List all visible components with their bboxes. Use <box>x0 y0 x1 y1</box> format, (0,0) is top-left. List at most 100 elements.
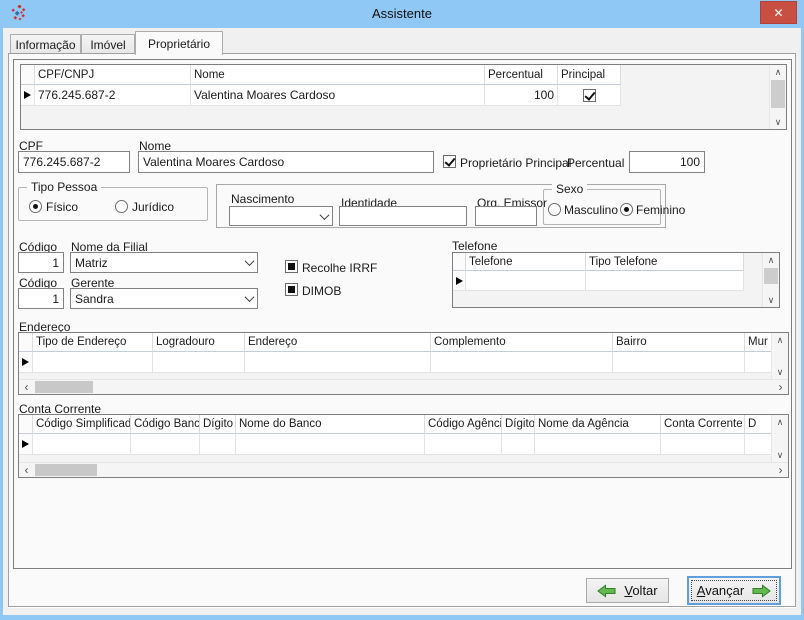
endereco-grid[interactable]: Tipo de Endereço Logradouro Endereço Com… <box>18 332 789 395</box>
owners-grid-vscrollbar[interactable]: ∧ ∨ <box>769 65 786 129</box>
dimob-checkbox[interactable] <box>285 283 298 296</box>
col-header-tipo-telefone[interactable]: Tipo Telefone <box>586 253 744 271</box>
col-header-codigo-banco[interactable]: Código Banco <box>131 415 200 434</box>
cell-digito3[interactable] <box>745 434 771 455</box>
col-header-nome-banco[interactable]: Nome do Banco <box>236 415 425 434</box>
feminino-label[interactable]: Feminino <box>636 203 685 217</box>
nascimento-combobox[interactable] <box>229 206 333 226</box>
scrollbar-thumb[interactable] <box>35 464 97 476</box>
percentual-field[interactable]: 100 <box>629 151 705 173</box>
scroll-down-icon[interactable]: ∨ <box>770 115 786 129</box>
proprietario-principal-label[interactable]: Proprietário Principal <box>460 156 571 170</box>
cell-principal[interactable] <box>558 85 621 106</box>
row-selector[interactable] <box>21 85 35 106</box>
scroll-up-icon[interactable]: ∧ <box>770 65 786 79</box>
col-header-digito2[interactable]: Dígito <box>502 415 535 434</box>
col-header-nome[interactable]: Nome <box>191 65 485 85</box>
scroll-up-icon[interactable]: ∧ <box>772 333 788 347</box>
cell-codigo-simplificado[interactable] <box>33 434 131 455</box>
recolhe-irrf-label[interactable]: Recolhe IRRF <box>302 261 377 275</box>
cell-bairro[interactable] <box>613 352 745 373</box>
cell-endereco[interactable] <box>245 352 431 373</box>
cell-codigo-agencia[interactable] <box>425 434 502 455</box>
cell-cpf[interactable]: 776.245.687-2 <box>35 85 191 106</box>
juridico-label[interactable]: Jurídico <box>132 200 174 214</box>
cell-codigo-banco[interactable] <box>131 434 200 455</box>
col-header-digito[interactable]: Dígito <box>200 415 236 434</box>
col-header-principal[interactable]: Principal <box>558 65 621 85</box>
cell-tipo-endereco[interactable] <box>33 352 153 373</box>
telefone-grid[interactable]: Telefone Tipo Telefone ∧ ∨ <box>452 252 780 308</box>
scrollbar-thumb[interactable] <box>764 268 778 284</box>
voltar-button[interactable]: Voltar <box>586 578 669 603</box>
scroll-left-icon[interactable]: ‹ <box>19 380 34 394</box>
conta-hscrollbar[interactable]: ‹ › <box>19 462 788 477</box>
row-selector[interactable] <box>453 271 466 291</box>
recolhe-irrf-checkbox[interactable] <box>285 260 298 273</box>
scroll-down-icon[interactable]: ∨ <box>772 365 788 379</box>
codigo-filial-field[interactable]: 1 <box>18 252 64 273</box>
scroll-down-icon[interactable]: ∨ <box>772 448 788 462</box>
scroll-left-icon[interactable]: ‹ <box>19 463 34 477</box>
codigo-gerente-field[interactable]: 1 <box>18 288 64 309</box>
avancar-button[interactable]: Avançar <box>687 576 781 605</box>
endereco-vscrollbar[interactable]: ∧ ∨ <box>771 333 788 379</box>
col-header-telefone[interactable]: Telefone <box>466 253 586 271</box>
col-header-percentual[interactable]: Percentual <box>485 65 558 85</box>
col-header-cpf-cnpj[interactable]: CPF/CNPJ <box>35 65 191 85</box>
gerente-combobox[interactable]: Sandra <box>70 288 258 309</box>
cell-percentual[interactable]: 100 <box>485 85 558 106</box>
col-header-endereco[interactable]: Endereço <box>245 333 431 352</box>
scroll-down-icon[interactable]: ∨ <box>763 293 779 307</box>
col-header-conta-corrente[interactable]: Conta Corrente <box>661 415 745 434</box>
cell-conta-corrente[interactable] <box>661 434 745 455</box>
org-emissor-field[interactable] <box>475 206 537 226</box>
row-selector[interactable] <box>19 352 33 373</box>
conta-corrente-grid[interactable]: Código Simplificado Código Banco Dígito … <box>18 414 789 478</box>
dimob-label[interactable]: DIMOB <box>302 284 341 298</box>
nome-filial-combobox[interactable]: Matriz <box>70 252 258 273</box>
fisico-radio[interactable] <box>29 200 42 213</box>
scroll-up-icon[interactable]: ∧ <box>763 253 779 267</box>
scroll-right-icon[interactable]: › <box>773 380 788 394</box>
nome-field[interactable]: Valentina Moares Cardoso <box>138 151 434 173</box>
juridico-radio[interactable] <box>115 200 128 213</box>
cell-nome-agencia[interactable] <box>535 434 661 455</box>
scroll-up-icon[interactable]: ∧ <box>772 415 788 429</box>
masculino-label[interactable]: Masculino <box>564 203 618 217</box>
scrollbar-thumb[interactable] <box>35 381 93 393</box>
identidade-field[interactable] <box>339 206 467 226</box>
cell-nome-banco[interactable] <box>236 434 425 455</box>
cell-nome[interactable]: Valentina Moares Cardoso <box>191 85 485 106</box>
principal-checkbox[interactable] <box>583 89 596 102</box>
col-header-complemento[interactable]: Complemento <box>431 333 613 352</box>
row-selector[interactable] <box>19 434 33 455</box>
cell-logradouro[interactable] <box>153 352 245 373</box>
col-header-bairro[interactable]: Bairro <box>613 333 745 352</box>
cell-tipo-telefone[interactable] <box>586 271 744 291</box>
proprietario-principal-checkbox[interactable] <box>443 155 456 168</box>
conta-vscrollbar[interactable]: ∧ ∨ <box>771 415 788 462</box>
fisico-label[interactable]: Físico <box>46 200 78 214</box>
telefone-vscrollbar[interactable]: ∧ ∨ <box>762 253 779 307</box>
scroll-right-icon[interactable]: › <box>773 463 788 477</box>
owners-grid[interactable]: CPF/CNPJ Nome Percentual Principal 776.2… <box>20 64 787 130</box>
tab-imovel[interactable]: Imóvel <box>81 34 135 54</box>
cell-municipio[interactable] <box>745 352 773 373</box>
cell-digito2[interactable] <box>502 434 535 455</box>
col-header-tipo-endereco[interactable]: Tipo de Endereço <box>33 333 153 352</box>
close-button[interactable]: ✕ <box>760 1 797 24</box>
feminino-radio[interactable] <box>620 203 633 216</box>
cell-complemento[interactable] <box>431 352 613 373</box>
tab-informacao[interactable]: Informação <box>10 34 81 54</box>
cell-telefone[interactable] <box>466 271 586 291</box>
tab-proprietario[interactable]: Proprietário <box>135 31 223 55</box>
scrollbar-thumb[interactable] <box>771 80 785 108</box>
col-header-codigo-agencia[interactable]: Código Agência <box>425 415 502 434</box>
col-header-digito3[interactable]: D <box>745 415 771 434</box>
cpf-field[interactable]: 776.245.687-2 <box>18 151 130 173</box>
masculino-radio[interactable] <box>548 203 561 216</box>
col-header-codigo-simplificado[interactable]: Código Simplificado <box>33 415 131 434</box>
col-header-municipio[interactable]: Mur <box>745 333 773 352</box>
endereco-hscrollbar[interactable]: ‹ › <box>19 379 788 394</box>
